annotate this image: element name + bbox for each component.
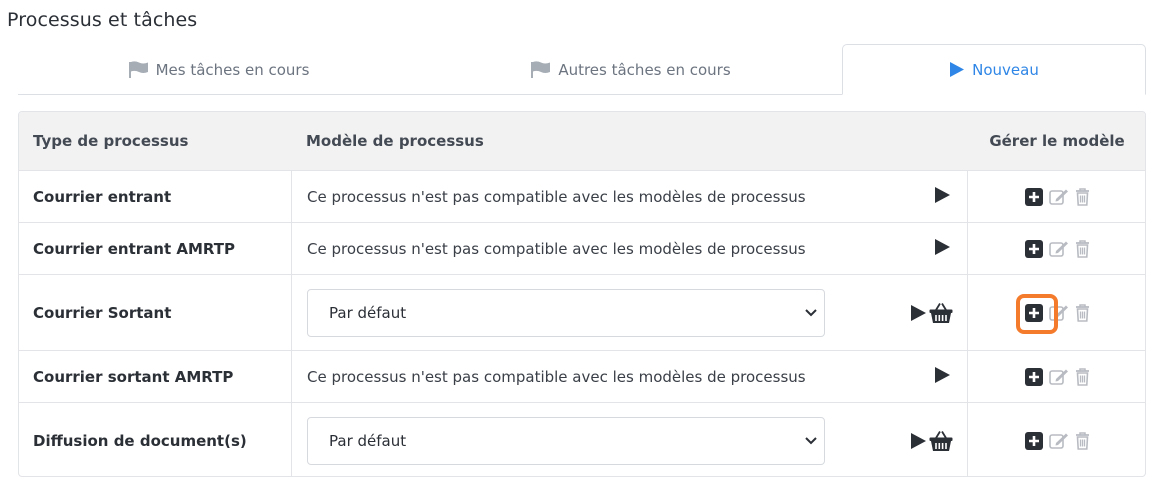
process-type-name: Diffusion de document(s) — [33, 431, 247, 450]
incompatible-message: Ce processus n'est pas compatible avec l… — [307, 239, 806, 258]
add-model-button[interactable] — [1025, 367, 1043, 386]
model-select-value: Par défaut — [329, 303, 407, 322]
trash-icon — [1076, 187, 1089, 206]
header-process-type: Type de processus — [33, 132, 189, 150]
process-type-name: Courrier entrant — [33, 187, 172, 206]
table-row: Courrier entrant AMRTP Ce processus n'es… — [19, 223, 1145, 275]
trash-icon — [1076, 367, 1089, 386]
process-type-name: Courrier Sortant — [33, 303, 172, 322]
add-model-button[interactable] — [1016, 293, 1058, 334]
flag-icon — [128, 60, 149, 79]
process-table: Type de processus Modèle de processus Gé… — [18, 111, 1146, 477]
add-model-button[interactable] — [1025, 431, 1043, 450]
tab-other-tasks[interactable]: Autres tâches en cours — [420, 44, 842, 95]
delete-model-button[interactable] — [1075, 431, 1090, 450]
delete-model-button[interactable] — [1075, 187, 1090, 206]
plus-square-icon — [1025, 239, 1043, 258]
trash-icon — [1076, 303, 1089, 322]
basket-button[interactable] — [929, 430, 953, 452]
plus-square-icon — [1025, 367, 1043, 386]
start-process-button[interactable] — [910, 432, 927, 450]
start-process-button[interactable] — [934, 366, 951, 388]
play-icon — [935, 238, 950, 255]
table-row: Courrier Sortant Par défaut — [19, 275, 1145, 351]
table-row: Courrier entrant Ce processus n'est pas … — [19, 171, 1145, 223]
tab-bar: Mes tâches en cours Autres tâches en cou… — [18, 44, 1146, 95]
tab-new-label: Nouveau — [972, 60, 1039, 79]
plus-square-icon — [1025, 187, 1043, 206]
play-icon — [911, 304, 926, 321]
delete-model-button[interactable] — [1075, 303, 1090, 322]
start-process-button[interactable] — [934, 186, 951, 208]
incompatible-message: Ce processus n'est pas compatible avec l… — [307, 367, 806, 386]
add-model-button[interactable] — [1025, 239, 1043, 258]
trash-icon — [1076, 431, 1089, 450]
start-process-button[interactable] — [910, 304, 927, 322]
tab-my-tasks-label: Mes tâches en cours — [155, 60, 310, 79]
delete-model-button[interactable] — [1075, 239, 1090, 258]
incompatible-message: Ce processus n'est pas compatible avec l… — [307, 187, 806, 206]
play-icon — [935, 186, 950, 203]
delete-model-button[interactable] — [1075, 367, 1090, 386]
start-actions — [910, 302, 953, 324]
chevron-down-icon — [805, 308, 817, 317]
plus-square-icon — [1025, 431, 1043, 450]
table-header: Type de processus Modèle de processus Gé… — [19, 112, 1145, 171]
edit-model-button[interactable] — [1049, 240, 1069, 258]
flag-icon — [531, 60, 551, 79]
edit-icon — [1049, 189, 1068, 205]
process-type-name: Courrier entrant AMRTP — [33, 239, 235, 258]
header-manage-model: Gérer le modèle — [989, 132, 1125, 150]
chevron-down-icon — [805, 436, 817, 445]
tab-new[interactable]: Nouveau — [842, 44, 1146, 95]
play-icon — [911, 432, 926, 449]
edit-icon — [1049, 241, 1068, 257]
trash-icon — [1076, 239, 1089, 258]
process-type-name: Courrier sortant AMRTP — [33, 367, 234, 386]
model-select[interactable]: Par défaut — [307, 416, 825, 465]
play-icon — [935, 366, 950, 383]
edit-icon — [1049, 369, 1068, 385]
model-select-value: Par défaut — [329, 431, 407, 450]
tab-other-tasks-label: Autres tâches en cours — [558, 60, 731, 79]
edit-model-button[interactable] — [1049, 188, 1069, 206]
focus-highlight — [1016, 293, 1058, 334]
start-actions — [910, 430, 953, 452]
tab-my-tasks[interactable]: Mes tâches en cours — [18, 44, 420, 95]
model-select[interactable]: Par défaut — [307, 288, 825, 337]
basket-icon — [929, 302, 953, 323]
basket-icon — [929, 430, 953, 451]
edit-model-button[interactable] — [1049, 432, 1069, 450]
play-icon — [949, 61, 965, 78]
page-title: Processus et tâches — [7, 9, 198, 31]
edit-icon — [1049, 433, 1068, 449]
table-row: Diffusion de document(s) Par défaut — [19, 403, 1145, 476]
basket-button[interactable] — [929, 302, 953, 324]
table-row: Courrier sortant AMRTP Ce processus n'es… — [19, 351, 1145, 403]
header-process-model: Modèle de processus — [306, 132, 484, 150]
start-process-button[interactable] — [934, 238, 951, 260]
edit-model-button[interactable] — [1049, 368, 1069, 386]
add-model-button[interactable] — [1025, 187, 1043, 206]
